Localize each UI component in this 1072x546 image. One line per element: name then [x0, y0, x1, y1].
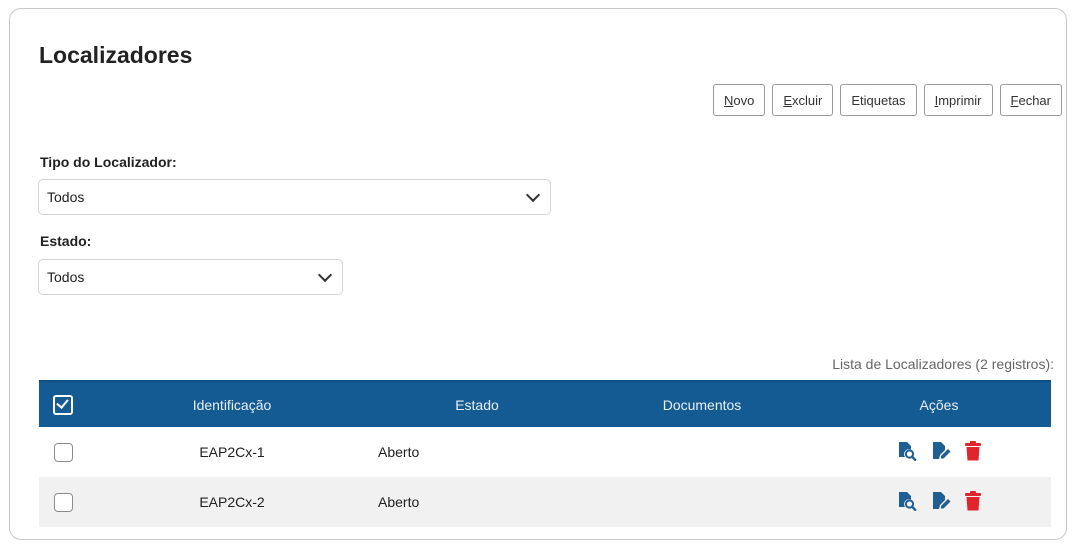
edit-document-icon[interactable] [931, 441, 951, 461]
estado-value: Todos [47, 269, 85, 285]
estado-label: Estado: [40, 233, 92, 249]
row-checkbox[interactable] [53, 442, 73, 462]
page-title: Localizadores [39, 42, 193, 68]
row-select-cell [39, 477, 87, 527]
imprimir-button[interactable]: Imprimir [923, 84, 993, 116]
localizadores-table: Identificação Estado Documentos Ações EA… [39, 380, 1051, 527]
col-documentos[interactable]: Documentos [577, 381, 827, 427]
cell-documentos [577, 427, 827, 477]
cell-identificacao: EAP2Cx-2 [199, 494, 265, 510]
toolbar: Novo Excluir Etiquetas Imprimir Fechar [712, 84, 1062, 116]
table-header: Identificação Estado Documentos Ações [39, 381, 1051, 427]
cell-acoes [827, 427, 1051, 477]
list-caption: Lista de Localizadores (2 registros): [832, 356, 1054, 372]
trash-icon[interactable] [965, 440, 981, 461]
cell-acoes [827, 477, 1051, 527]
chevron-down-icon [317, 267, 333, 283]
col-identificacao[interactable]: Identificação [87, 381, 377, 427]
table-row: EAP2Cx-2 Aberto [39, 477, 1051, 527]
table-row: EAP2Cx-1 Aberto [39, 427, 1051, 477]
row-checkbox[interactable] [53, 492, 73, 512]
row-select-cell [39, 427, 87, 477]
excluir-button[interactable]: Excluir [772, 84, 834, 116]
search-document-icon[interactable] [897, 441, 917, 461]
novo-button[interactable]: Novo [712, 84, 766, 116]
etiquetas-button[interactable]: Etiquetas [840, 84, 917, 116]
fechar-button[interactable]: Fechar [999, 84, 1062, 116]
col-estado[interactable]: Estado [377, 381, 577, 427]
cell-estado: Aberto [378, 494, 420, 510]
tipo-localizador-label: Tipo do Localizador: [40, 154, 177, 170]
estado-select[interactable]: Todos [38, 259, 343, 295]
trash-icon[interactable] [965, 490, 981, 511]
select-all-checkbox[interactable] [53, 394, 73, 415]
select-all-cell [39, 381, 87, 427]
cell-estado: Aberto [378, 444, 420, 460]
chevron-down-icon [525, 187, 541, 203]
cell-identificacao: EAP2Cx-1 [199, 444, 265, 460]
search-document-icon[interactable] [897, 491, 917, 511]
cell-documentos [577, 477, 827, 527]
tipo-localizador-select[interactable]: Todos [38, 179, 551, 215]
edit-document-icon[interactable] [931, 491, 951, 511]
col-acoes: Ações [919, 396, 959, 413]
tipo-localizador-value: Todos [47, 189, 85, 205]
